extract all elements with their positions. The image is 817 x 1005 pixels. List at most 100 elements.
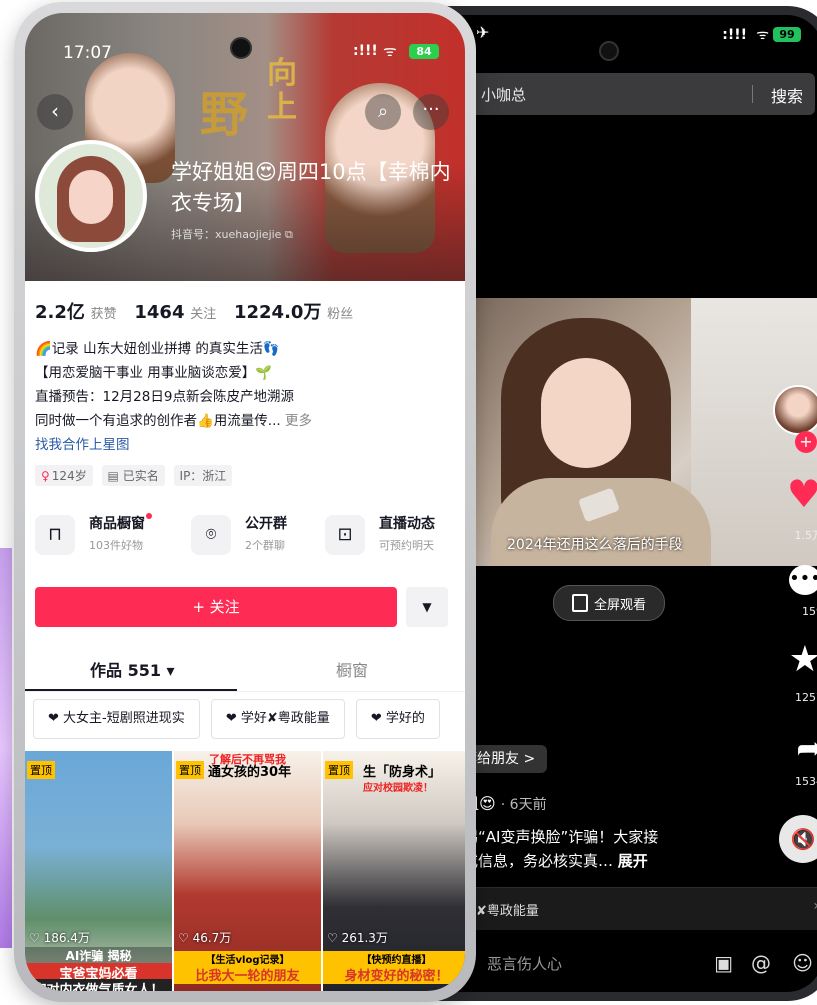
thumbnail-caption: 【快预约直播】	[323, 951, 465, 966]
back-arrow-icon[interactable]: ‹	[37, 94, 73, 130]
fullscreen-icon	[571, 594, 588, 612]
bio-line-1: 🌈记录 山东大妞创业拼搏 的真实生活👣	[35, 341, 280, 357]
bio-line-3: 直播预告：12月28日9点新会陈皮产地溯源	[35, 389, 294, 405]
fans-label: 粉丝	[327, 307, 354, 322]
following-count[interactable]: 1464	[134, 302, 184, 323]
service-shop-window[interactable]: ⊓ 商品橱窗 103件好物	[35, 507, 175, 563]
follow-plus-icon[interactable]: +	[795, 431, 817, 453]
tab-works[interactable]: 作品 551 ▾	[90, 657, 175, 681]
video-thumbnail[interactable]: 置顶 ♡ 186.4万 AI诈骗 揭秘 宝爸宝妈必看 穿对内衣做气质女人！	[25, 751, 172, 991]
tab-shop[interactable]: 橱窗	[336, 657, 368, 681]
bag-icon: ⊓	[35, 515, 75, 555]
collection-chip[interactable]: ❤ 大女主-短剧照进现实	[33, 699, 200, 739]
profile-screen: 野 向上 17:07 :!!! ᯤ 84 ‹ ⌕ ··· 学好姐姐😍周四10点【…	[25, 13, 465, 991]
creator-avatar[interactable]	[773, 385, 817, 435]
comment-icon[interactable]: •••	[789, 565, 817, 595]
gender-icon: ♀	[41, 469, 50, 483]
expand-link[interactable]: 展开	[618, 852, 648, 870]
thumbnail-caption: 身材变好的秘密！	[323, 965, 465, 984]
search-icon[interactable]: ⌕	[365, 94, 401, 130]
image-icon[interactable]: ▣	[714, 951, 733, 975]
fullscreen-button[interactable]: 全屏观看	[553, 585, 665, 621]
video-grid: 置顶 ♡ 186.4万 AI诈骗 揭秘 宝爸宝妈必看 穿对内衣做气质女人！ 了解…	[25, 751, 465, 991]
front-camera	[230, 37, 252, 59]
tv-icon: ⊡	[325, 515, 365, 555]
share-arrow-icon[interactable]: ➦	[796, 732, 817, 764]
search-button[interactable]: 搜索	[771, 83, 803, 107]
comment-input[interactable]: 恶言伤人心	[487, 953, 562, 974]
group-chat-subtitle: 2个群聊	[245, 539, 285, 552]
decorative-strip	[0, 548, 12, 948]
battery-indicator: 84	[409, 44, 439, 59]
live-updates-title: 直播动态	[379, 516, 435, 532]
follow-button[interactable]: + 关注	[35, 587, 397, 627]
thumbnail-caption: 穿对内衣做气质女人！	[25, 979, 172, 991]
service-group-chat[interactable]: ⌾ 公开群 2个群聊	[191, 507, 311, 563]
signal-icon: :!!!	[722, 27, 747, 43]
video-thumbnail[interactable]: 了解后不再骂我 置顶 通女孩的30年 ♡ 46.7万 【生活vlog记录】 比我…	[174, 751, 321, 991]
fullscreen-label: 全屏观看	[593, 597, 646, 613]
mute-speaker-icon[interactable]: 🔇	[779, 815, 817, 863]
verified-text: 已实名	[122, 469, 159, 483]
bio-line-4: 同时做一个有追求的创作者👍用流量传...	[35, 413, 281, 429]
collection-chip[interactable]: ❤ 学好✘粤政能量	[210, 699, 345, 739]
chat-bubble-icon: ⌾	[191, 515, 231, 555]
mute-status-icon: ✈	[476, 23, 490, 42]
thumbnail-likes: ♡ 186.4万	[29, 931, 90, 945]
likes-label: 获赞	[90, 307, 117, 322]
star-map-link[interactable]: 找我合作上星图	[35, 433, 445, 457]
video-player[interactable]	[471, 298, 817, 566]
comment-count: 159	[802, 605, 817, 618]
id-card-icon: ▤	[107, 469, 123, 483]
thumbnail-caption: 通女孩的30年	[208, 765, 292, 780]
pinned-badge: 置顶	[176, 761, 204, 779]
pinned-badge: 置顶	[27, 761, 55, 779]
profile-tags: ♀ 124岁 ▤ 已实名 IP：浙江	[35, 465, 237, 486]
more-dots-icon[interactable]: ···	[413, 94, 449, 130]
profile-phone: 野 向上 17:07 :!!! ᯤ 84 ‹ ⌕ ··· 学好姐姐😍周四10点【…	[14, 2, 476, 1002]
bio-line-2: 【用恋爱脑干事业 用事业脑谈恋爱】🌱	[35, 365, 273, 381]
bio-more-link[interactable]: 更多	[285, 413, 312, 429]
follow-dropdown-icon[interactable]: ▼	[406, 587, 448, 627]
at-icon[interactable]: @	[751, 951, 771, 975]
profile-header-banner: 野 向上 17:07 :!!! ᯤ 84 ‹ ⌕ ··· 学好姐姐😍周四10点【…	[25, 13, 465, 281]
search-query[interactable]: 小咖总	[481, 84, 526, 105]
thumbnail-caption: AI诈骗 揭秘	[25, 947, 172, 964]
thumbnail-likes: ♡ 261.3万	[327, 931, 388, 945]
video-person-face	[541, 358, 631, 468]
search-divider	[752, 85, 753, 103]
profile-avatar[interactable]	[35, 140, 147, 252]
share-count: 1534	[795, 775, 817, 788]
handle-text: 抖音号：xuehaojiejie	[171, 228, 282, 241]
likes-count[interactable]: 2.2亿	[35, 302, 85, 323]
age-tag: ♀ 124岁	[35, 465, 93, 486]
fans-count[interactable]: 1224.0万	[234, 302, 321, 323]
profile-services: ⊓ 商品橱窗 103件好物 ⌾ 公开群 2个群聊 ⊡ 直播动态 可预约明天	[25, 507, 465, 567]
post-time: · 6天前	[500, 797, 547, 813]
banner-calligraphy: 野	[200, 87, 249, 143]
emoji-icon[interactable]: ☺	[792, 951, 813, 975]
video-thumbnail[interactable]: 置顶 生「防身术」 应对校园欺凌！ ♡ 261.3万 【快预约直播】 身材变好的…	[323, 751, 465, 991]
notification-dot	[146, 513, 152, 519]
copy-icon[interactable]: ⧉	[285, 228, 293, 241]
profile-tabs: 作品 551 ▾ 橱窗	[25, 649, 465, 692]
post-description: 惕“AI变声换脸”诈骗！大家接 或信息，务必核实真… 展开	[463, 825, 753, 873]
collection-chip[interactable]: ❤ 学好的	[355, 699, 440, 739]
wifi-icon: ᯤ	[756, 27, 769, 43]
like-heart-icon[interactable]: ♥	[787, 475, 817, 513]
active-tab-underline	[25, 689, 237, 691]
thumbnail-caption: 生「防身术」	[363, 765, 442, 780]
age-text: 124岁	[51, 469, 87, 483]
verified-tag: ▤ 已实名	[101, 465, 165, 486]
profile-handle[interactable]: 抖音号：xuehaojiejie ⧉	[171, 226, 293, 242]
live-updates-subtitle: 可预约明天	[379, 539, 434, 552]
avatar-face	[69, 170, 113, 224]
signal-icon: :!!!	[353, 43, 378, 59]
profile-name: 学好姐姐😍周四10点【幸棉内衣专场】	[171, 160, 451, 215]
banner-calligraphy-2: 向上	[267, 56, 297, 125]
pinned-badge: 置顶	[325, 761, 353, 779]
shop-window-title: 商品橱窗	[89, 516, 145, 532]
service-live-updates[interactable]: ⊡ 直播动态 可预约明天	[325, 507, 465, 563]
favorite-star-icon[interactable]: ★	[789, 642, 817, 678]
collection-chips: ❤ 大女主-短剧照进现实 ❤ 学好✘粤政能量 ❤ 学好的	[33, 699, 465, 739]
